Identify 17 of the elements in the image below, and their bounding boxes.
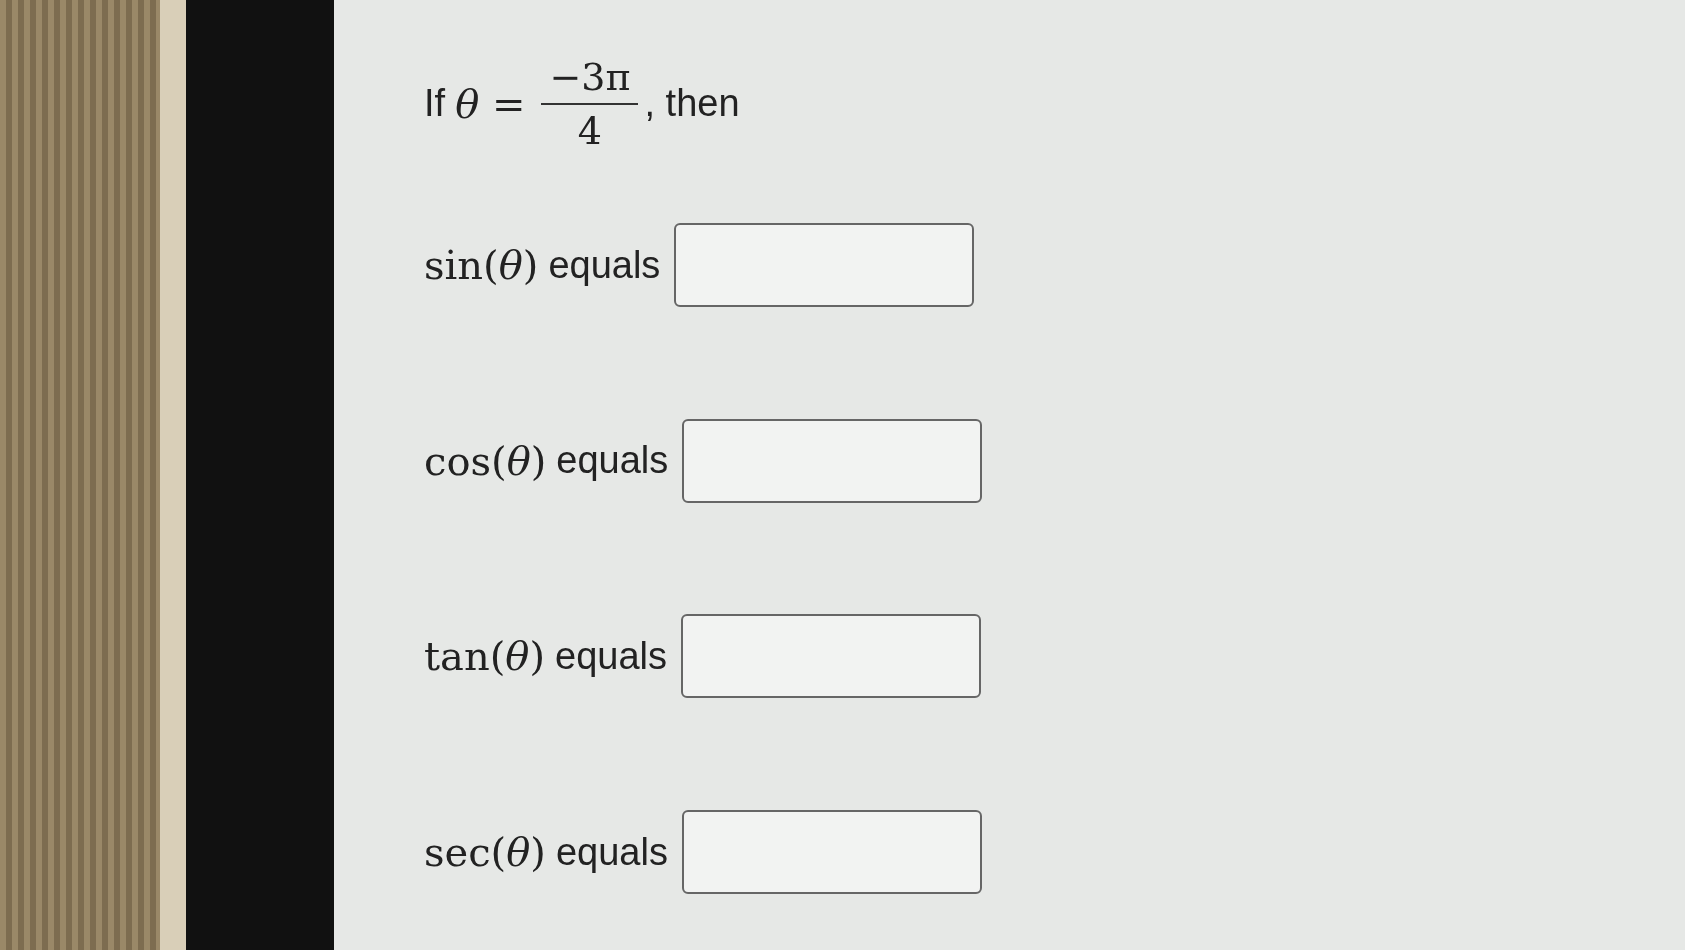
- question-text: , then: [644, 82, 740, 126]
- answer-box[interactable]: [682, 418, 983, 503]
- equals-label: equals: [555, 830, 668, 874]
- answer-box[interactable]: [681, 614, 981, 699]
- function-label: sin(θ): [424, 242, 539, 289]
- math-variable: θ =: [455, 80, 526, 127]
- function-label: tan(θ): [424, 633, 545, 680]
- function-label: sec(θ): [424, 829, 546, 876]
- equals-label: equals: [556, 439, 669, 483]
- fraction-numerator: −3π: [548, 54, 632, 99]
- function-label: cos(θ): [424, 437, 547, 484]
- equals-label: equals: [548, 243, 661, 287]
- answer-box[interactable]: [681, 810, 982, 895]
- answer-box[interactable]: [674, 223, 975, 308]
- question-text: If: [424, 82, 446, 126]
- fraction-denominator: 4: [576, 108, 604, 153]
- equals-label: equals: [555, 634, 667, 678]
